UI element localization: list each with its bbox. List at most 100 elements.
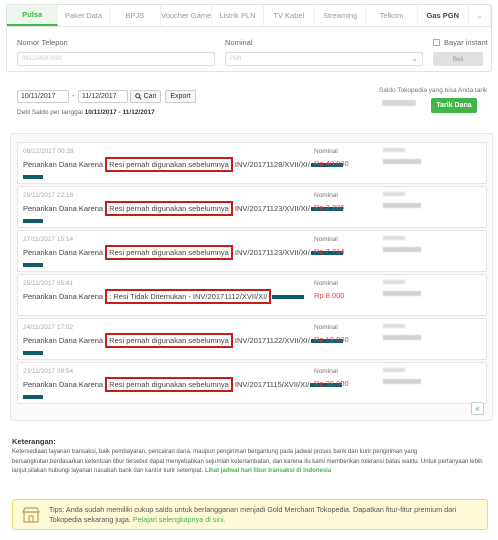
transaction-row: 24/11/2017 17:02 Penarikan Dana Karena R… — [17, 318, 487, 360]
nominal-select[interactable]: Pilih ⌄ — [225, 52, 423, 66]
store-icon — [22, 507, 40, 523]
redaction-bar — [272, 295, 305, 300]
start-date-input[interactable]: 10/11/2017 — [17, 90, 69, 103]
transaction-amount: Rp 8.000 — [314, 291, 345, 300]
nominal-placeholder: Pilih — [230, 56, 242, 62]
recharge-widget: Pulsa Paket Data BPJS Voucher Game Listr… — [6, 4, 492, 72]
tips-text: Tips: Anda sudah memiliki cukup saldo un… — [49, 505, 481, 525]
tab-telkom[interactable]: Telkom — [366, 5, 418, 26]
keterangan-text: Ketersediaan layanan transaksi, baik pem… — [12, 448, 488, 477]
buy-button[interactable]: Beli — [433, 52, 483, 66]
transaction-invoice: INV/20171123/XVII/XI/ — [234, 204, 310, 213]
transaction-amount: Rp 40.000 — [314, 159, 349, 168]
transaction-description: Penarikan Dana Karena Resi pernah diguna… — [23, 157, 343, 172]
phone-label: Nomor Telepon — [17, 38, 68, 47]
nominal-label: Nominal — [314, 368, 338, 375]
saldo-value-redacted — [383, 335, 421, 340]
holiday-schedule-link[interactable]: Lihat jadwal hari libur transaksi di Ind… — [205, 468, 331, 474]
transaction-date: 08/12/2017 00:28 — [23, 148, 74, 155]
highlighted-reason: Resi pernah digunakan sebelumnya — [105, 157, 233, 172]
saldo-label: Saldo Tokopedia yang bisa Anda tarik — [379, 87, 488, 94]
highlighted-reason: : Resi Tidak Ditemukan - INV/20171112/XV… — [105, 289, 272, 304]
tab-tv-kabel[interactable]: TV Kabel — [264, 5, 315, 26]
transaction-date: 25/11/2017 05:41 — [23, 280, 74, 287]
transaction-prefix: Penarikan Dana Karena — [23, 248, 104, 257]
search-button-label: Cari — [143, 93, 157, 100]
category-tabs: Pulsa Paket Data BPJS Voucher Game Listr… — [7, 5, 491, 27]
redaction-bar — [23, 219, 43, 223]
nominal-label: Nominal — [314, 324, 338, 331]
transaction-row: 25/11/2017 05:41 Penarikan Dana Karena :… — [17, 274, 487, 316]
highlighted-reason: Resi pernah digunakan sebelumnya — [105, 377, 233, 392]
transaction-row: 28/11/2017 22:18 Penarikan Dana Karena R… — [17, 186, 487, 228]
saldo-value-redacted — [383, 203, 421, 208]
instant-label: Bayar instant — [444, 38, 488, 47]
phone-input[interactable]: 081234567890 — [17, 52, 215, 66]
export-button[interactable]: Export — [165, 90, 196, 103]
tab-streaming[interactable]: Streaming — [315, 5, 367, 26]
end-date-input[interactable]: 11/12/2017 — [78, 90, 128, 103]
transaction-prefix: Penarikan Dana Karena — [23, 160, 104, 169]
balance-period-range: 10/11/2017 - 11/12/2017 — [84, 109, 155, 116]
tips-message: Tips: Anda sudah memiliki cukup saldo un… — [49, 505, 457, 524]
transaction-amount: Rp 2.286 — [314, 203, 345, 212]
tab-pulsa[interactable]: Pulsa — [7, 5, 59, 26]
transaction-prefix: Penarikan Dana Karena — [23, 380, 104, 389]
transaction-prefix: Penarikan Dana Karena — [23, 336, 104, 345]
transaction-description: Penarikan Dana Karena Resi pernah diguna… — [23, 201, 343, 216]
withdraw-button[interactable]: Tarik Dana — [431, 98, 477, 113]
chevron-down-icon: ⌄ — [476, 10, 483, 20]
tab-gas-pgn[interactable]: Gas PGN — [418, 5, 469, 26]
transaction-prefix: Penarikan Dana Karena — [23, 292, 104, 301]
saldo-label-redacted — [383, 324, 405, 328]
search-button[interactable]: Cari — [130, 90, 161, 103]
transaction-description: Penarikan Dana Karena Resi pernah diguna… — [23, 377, 343, 392]
pagination-prev-button[interactable]: « — [471, 402, 484, 415]
transaction-description: Penarikan Dana Karena Resi pernah diguna… — [23, 245, 343, 260]
tab-bpjs[interactable]: BPJS — [110, 5, 161, 26]
redaction-bar — [23, 351, 43, 355]
transaction-date: 27/11/2017 15:14 — [23, 236, 74, 243]
keterangan-title: Keterangan: — [12, 437, 56, 446]
tab-voucher-game[interactable]: Voucher Game — [161, 5, 213, 26]
highlighted-reason: Resi pernah digunakan sebelumnya — [105, 201, 233, 216]
balance-period: Detil Saldo per tanggal 10/11/2017 - 11/… — [17, 109, 155, 116]
redaction-bar — [23, 395, 43, 399]
saldo-amount-redacted — [382, 100, 416, 106]
saldo-label-redacted — [383, 192, 405, 196]
highlighted-reason: Resi pernah digunakan sebelumnya — [105, 245, 233, 260]
transaction-description: Penarikan Dana Karena Resi pernah diguna… — [23, 333, 343, 348]
transaction-prefix: Penarikan Dana Karena — [23, 204, 104, 213]
transaction-invoice: INV/20171123/XVII/XI/ — [234, 248, 310, 257]
transaction-date: 28/11/2017 22:18 — [23, 192, 74, 199]
nominal-label: Nominal — [314, 280, 338, 287]
transaction-amount: Rp 7.714 — [314, 247, 345, 256]
saldo-label-redacted — [383, 148, 405, 152]
transaction-row: 27/11/2017 15:14 Penarikan Dana Karena R… — [17, 230, 487, 272]
nominal-label: Nominal — [314, 236, 338, 243]
saldo-label-redacted — [383, 368, 405, 372]
search-icon — [134, 93, 142, 100]
saldo-label-redacted — [383, 236, 405, 240]
saldo-label-redacted — [383, 280, 405, 284]
balance-period-label: Detil Saldo per tanggal — [17, 109, 83, 116]
transaction-row: 23/11/2017 09:54 Penarikan Dana Karena R… — [17, 362, 487, 404]
date-separator: - — [72, 91, 75, 100]
select-caret-icon: ⌄ — [411, 54, 418, 63]
learn-more-link[interactable]: Pelajari selengkapnya di sini. — [133, 515, 226, 524]
saldo-value-redacted — [383, 247, 421, 252]
highlighted-reason: Resi pernah digunakan sebelumnya — [105, 333, 233, 348]
transaction-date: 23/11/2017 09:54 — [23, 368, 74, 375]
transaction-amount: Rp 19.000 — [314, 335, 349, 344]
instant-checkbox[interactable] — [433, 39, 440, 46]
tab-listrik-pln[interactable]: Listrik PLN — [212, 5, 264, 26]
nominal-label: Nominal — [225, 38, 253, 47]
transaction-date: 24/11/2017 17:02 — [23, 324, 74, 331]
tab-paket-data[interactable]: Paket Data — [58, 5, 110, 26]
transaction-row: 08/12/2017 00:28 Penarikan Dana Karena R… — [17, 142, 487, 184]
transaction-invoice: INV/20171115/XVII/XI/ — [234, 380, 310, 389]
saldo-value-redacted — [383, 379, 421, 384]
nominal-label: Nominal — [314, 148, 338, 155]
more-tabs-button[interactable]: ⌄ — [469, 5, 491, 26]
redaction-bar — [23, 175, 43, 179]
